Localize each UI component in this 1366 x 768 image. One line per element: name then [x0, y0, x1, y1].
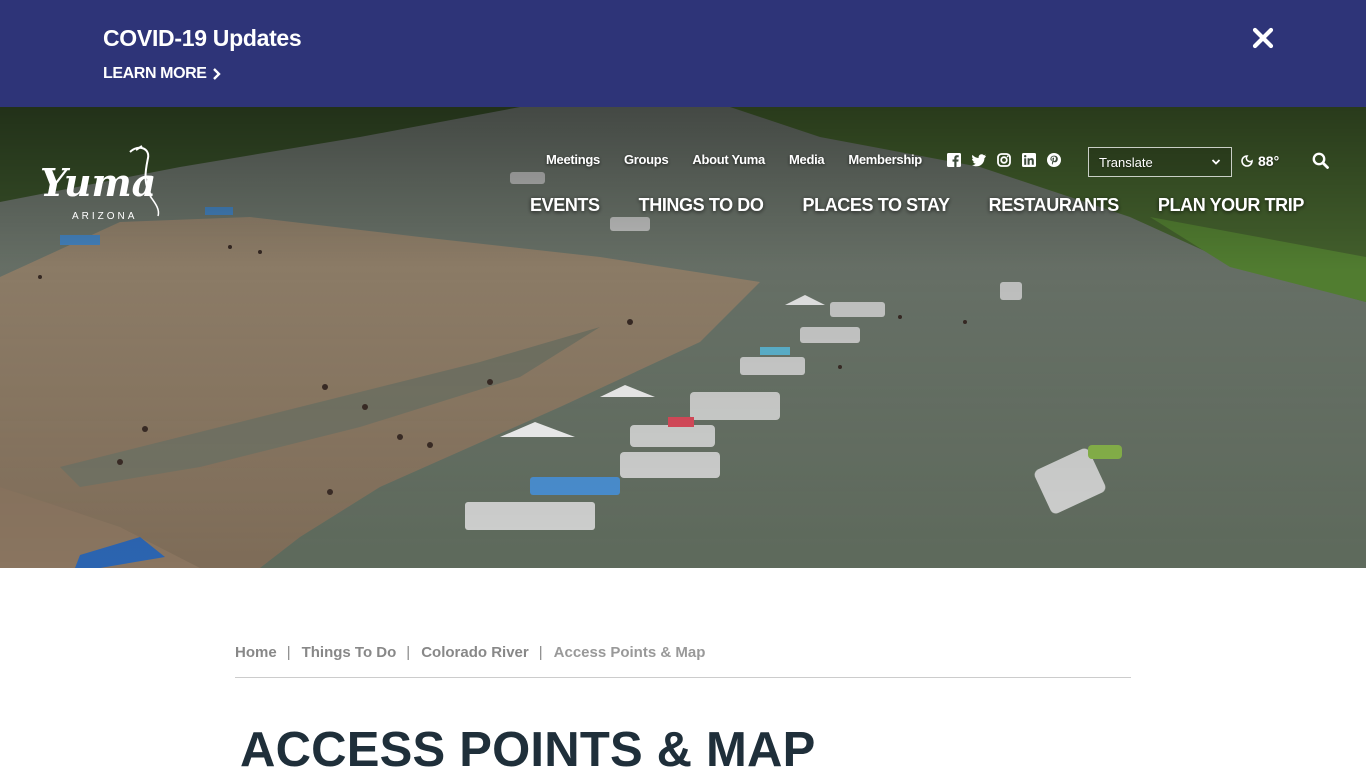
- translate-select[interactable]: Translate: [1088, 147, 1232, 177]
- nav-plan-your-trip[interactable]: PLAN YOUR TRIP: [1158, 195, 1304, 216]
- main-nav: EVENTS THINGS TO DO PLACES TO STAY RESTA…: [530, 195, 1304, 216]
- breadcrumb-home[interactable]: Home: [235, 644, 277, 661]
- nav-media[interactable]: Media: [789, 152, 825, 167]
- breadcrumb-separator: |: [538, 644, 543, 661]
- nav-things-to-do[interactable]: THINGS TO DO: [639, 195, 764, 216]
- close-icon[interactable]: [1251, 26, 1275, 50]
- weather-temp: 88°: [1258, 153, 1280, 169]
- nav-events[interactable]: EVENTS: [530, 195, 600, 216]
- breadcrumb-separator: |: [406, 644, 411, 661]
- social-links: [947, 153, 1061, 167]
- linkedin-icon[interactable]: [1022, 153, 1036, 167]
- breadcrumb-separator: |: [286, 644, 291, 661]
- facebook-icon[interactable]: [947, 153, 961, 167]
- nav-restaurants[interactable]: RESTAURANTS: [989, 195, 1120, 216]
- page-title: ACCESS POINTS & MAP: [240, 723, 816, 768]
- logo-wordmark: Yuma: [40, 160, 156, 205]
- twitter-icon[interactable]: [972, 153, 986, 167]
- yuma-logo[interactable]: Yuma ARIZONA: [38, 144, 162, 224]
- nav-meetings[interactable]: Meetings: [546, 152, 600, 167]
- search-icon[interactable]: [1312, 152, 1329, 169]
- nav-places-to-stay[interactable]: PLACES TO STAY: [803, 195, 951, 216]
- learn-more-link[interactable]: LEARN MORE: [103, 65, 221, 83]
- pinterest-icon[interactable]: [1047, 153, 1061, 167]
- breadcrumb: Home | Things To Do | Colorado River | A…: [235, 644, 705, 661]
- breadcrumb-things-to-do[interactable]: Things To Do: [302, 644, 397, 661]
- breadcrumb-colorado-river[interactable]: Colorado River: [421, 644, 529, 661]
- nav-groups[interactable]: Groups: [624, 152, 669, 167]
- nav-membership[interactable]: Membership: [848, 152, 922, 167]
- utility-nav: Meetings Groups About Yuma Media Members…: [546, 152, 946, 167]
- logo-subtitle: ARIZONA: [72, 211, 137, 222]
- breadcrumb-divider: [235, 677, 1131, 678]
- breadcrumb-current: Access Points & Map: [553, 644, 706, 661]
- instagram-icon[interactable]: [997, 153, 1011, 167]
- chevron-right-icon: [212, 68, 221, 80]
- covid-banner-title: COVID-19 Updates: [103, 25, 302, 51]
- chevron-down-icon: [1211, 159, 1221, 165]
- covid-banner: COVID-19 Updates LEARN MORE: [0, 0, 1366, 107]
- weather-widget: 88°: [1241, 153, 1279, 169]
- learn-more-label: LEARN MORE: [103, 65, 207, 82]
- moon-icon: [1241, 155, 1253, 167]
- translate-label: Translate: [1099, 155, 1153, 170]
- nav-about-yuma[interactable]: About Yuma: [692, 152, 765, 167]
